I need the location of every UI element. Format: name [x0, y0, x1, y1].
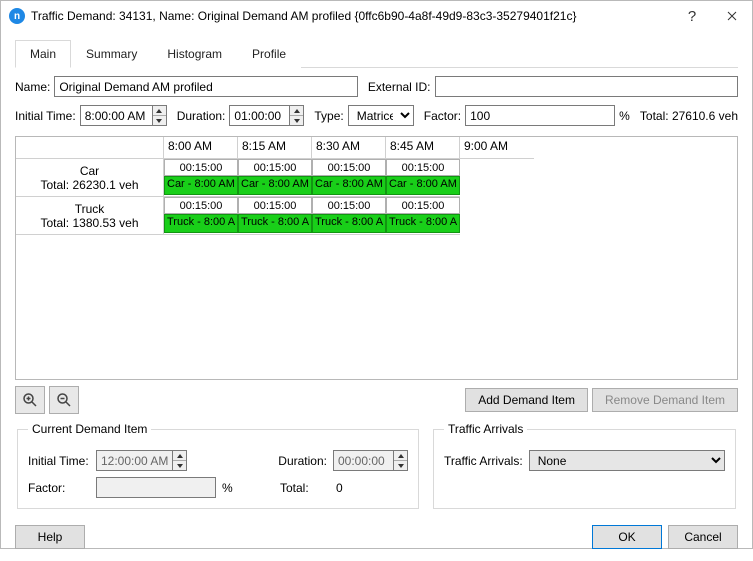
time-header: 8:15 AM	[238, 137, 312, 159]
slot-duration: 00:15:00	[386, 159, 460, 176]
demand-block[interactable]: Truck - 8:00 A	[312, 214, 386, 233]
slot-duration: 00:15:00	[164, 159, 238, 176]
tab-histogram[interactable]: Histogram	[152, 40, 237, 68]
external-id-label: External ID:	[368, 80, 431, 94]
ci-initial-time-spinner	[172, 450, 187, 471]
add-demand-item-button[interactable]: Add Demand Item	[465, 388, 588, 412]
zoom-out-button[interactable]	[49, 386, 79, 414]
slot-duration: 00:15:00	[238, 197, 312, 214]
tab-profile[interactable]: Profile	[237, 40, 301, 68]
demand-grid: 8:00 AM 8:15 AM 8:30 AM 8:45 AM 9:00 AM …	[15, 136, 738, 380]
name-label: Name:	[15, 80, 50, 94]
tab-bar: Main Summary Histogram Profile	[15, 39, 738, 68]
ci-duration-spinner	[393, 450, 408, 471]
initial-time-label: Initial Time:	[15, 109, 76, 123]
grid-corner	[16, 137, 164, 159]
time-header: 8:45 AM	[386, 137, 460, 159]
ci-total-value: 0	[336, 481, 408, 495]
duration-spinner[interactable]	[289, 105, 304, 126]
factor-label: Factor:	[424, 109, 461, 123]
cancel-button[interactable]: Cancel	[668, 525, 738, 549]
tab-summary[interactable]: Summary	[71, 40, 152, 68]
external-id-input[interactable]	[435, 76, 738, 97]
slot-duration: 00:15:00	[386, 197, 460, 214]
factor-unit: %	[619, 109, 630, 123]
time-header: 8:30 AM	[312, 137, 386, 159]
window-title: Traffic Demand: 34131, Name: Original De…	[31, 9, 672, 23]
vehicle-name: Car	[80, 164, 99, 178]
demand-block[interactable]: Car - 8:00 AM	[312, 176, 386, 195]
tab-main[interactable]: Main	[15, 40, 71, 68]
group-legend: Current Demand Item	[28, 422, 151, 436]
help-button[interactable]: ?	[672, 1, 712, 31]
demand-block[interactable]: Car - 8:00 AM	[164, 176, 238, 195]
ci-factor-label: Factor:	[28, 481, 90, 495]
zoom-in-button[interactable]	[15, 386, 45, 414]
title-bar: n Traffic Demand: 34131, Name: Original …	[1, 1, 752, 31]
slot-duration: 00:15:00	[312, 197, 386, 214]
ci-initial-time-input	[96, 450, 172, 471]
ok-button[interactable]: OK	[592, 525, 662, 549]
slot-duration: 00:15:00	[312, 159, 386, 176]
name-input[interactable]	[54, 76, 357, 97]
ci-factor-input	[96, 477, 216, 498]
remove-demand-item-button[interactable]: Remove Demand Item	[592, 388, 738, 412]
total-label: Total: 27610.6 veh	[640, 109, 738, 123]
vehicle-total: Total: 26230.1 veh	[40, 178, 138, 192]
initial-time-input[interactable]	[80, 105, 152, 126]
vehicle-total: Total: 1380.53 veh	[40, 216, 138, 230]
duration-input[interactable]	[229, 105, 289, 126]
demand-block[interactable]: Truck - 8:00 A	[238, 214, 312, 233]
time-header: 9:00 AM	[460, 137, 534, 159]
demand-block[interactable]: Car - 8:00 AM	[386, 176, 460, 195]
vehicle-name: Truck	[75, 202, 105, 216]
slot-duration: 00:15:00	[238, 159, 312, 176]
close-button[interactable]	[712, 1, 752, 31]
traffic-arrivals-group: Traffic Arrivals Traffic Arrivals: None	[433, 422, 736, 509]
arrivals-select[interactable]: None	[529, 450, 725, 471]
demand-block[interactable]: Truck - 8:00 A	[164, 214, 238, 233]
ci-factor-unit: %	[222, 481, 233, 495]
time-header: 8:00 AM	[164, 137, 238, 159]
demand-block[interactable]: Car - 8:00 AM	[238, 176, 312, 195]
ci-duration-input	[333, 450, 393, 471]
grid-row-header: Truck Total: 1380.53 veh	[16, 197, 164, 235]
grid-row-header: Car Total: 26230.1 veh	[16, 159, 164, 197]
help-footer-button[interactable]: Help	[15, 525, 85, 549]
initial-time-spinner[interactable]	[152, 105, 167, 126]
slot-duration: 00:15:00	[164, 197, 238, 214]
factor-input[interactable]	[465, 105, 615, 126]
app-icon: n	[9, 8, 25, 24]
type-label: Type:	[314, 109, 343, 123]
current-demand-item-group: Current Demand Item Initial Time: Durati…	[17, 422, 419, 509]
ci-initial-time-label: Initial Time:	[28, 454, 90, 468]
duration-label: Duration:	[177, 109, 226, 123]
type-select[interactable]: Matrices	[348, 105, 414, 126]
arrivals-label: Traffic Arrivals:	[444, 454, 523, 468]
group-legend: Traffic Arrivals	[444, 422, 527, 436]
ci-duration-label: Duration:	[278, 454, 327, 468]
demand-block[interactable]: Truck - 8:00 A	[386, 214, 460, 233]
ci-total-label: Total:	[280, 481, 330, 495]
